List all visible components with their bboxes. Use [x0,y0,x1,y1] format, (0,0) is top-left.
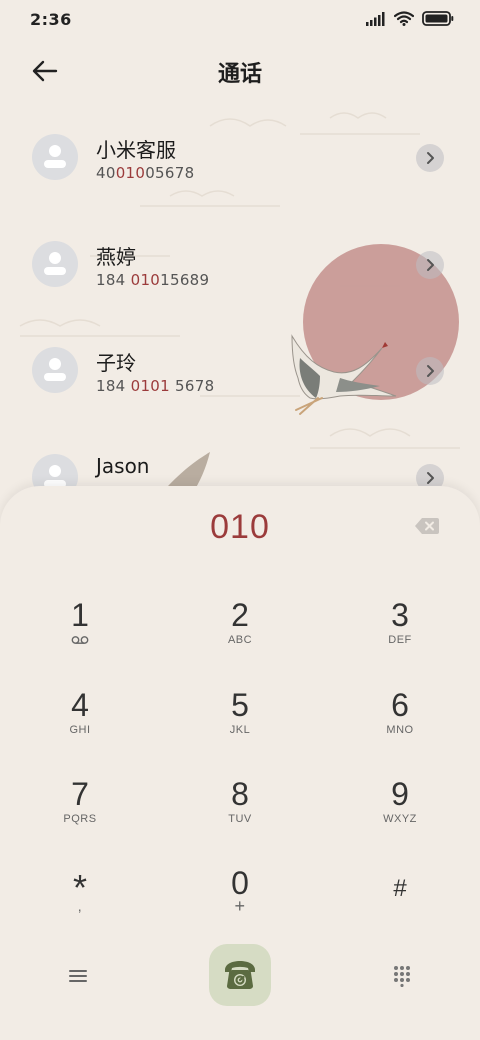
key-digit: 7 [71,776,89,812]
key-digit: # [393,875,407,902]
voicemail-icon [71,636,89,644]
contact-number: 184 01015689 [96,271,210,289]
key-digit: 4 [71,687,89,723]
key-digit: 5 [231,687,249,723]
key-letters: + [234,896,246,916]
key-0[interactable]: 0 + [180,866,300,946]
chevron-right-icon [427,472,434,484]
key-6[interactable]: 6 MNO [340,688,460,768]
key-digit: 3 [391,597,409,633]
contact-detail-button[interactable] [416,251,444,279]
key-star[interactable]: * , [20,866,140,946]
key-2[interactable]: 2 ABC [180,598,300,678]
menu-button[interactable] [62,960,94,992]
key-letters: WXYZ [383,813,417,825]
avatar [32,241,78,287]
key-letters: GHI [69,724,91,736]
contact-number: 4001005678 [96,164,195,182]
key-digit: 0 [231,865,249,901]
key-letters: MNO [386,724,414,736]
menu-icon [69,970,87,982]
page-title: 通话 [217,62,262,87]
key-letters: DEF [388,634,412,646]
avatar [32,347,78,393]
key-letters: , [77,898,83,914]
chevron-right-icon [427,259,434,271]
key-3[interactable]: 3 DEF [340,598,460,678]
wifi-icon [394,11,414,26]
contact-item[interactable]: 子玲 184 0101 5678 [0,317,480,417]
key-letters: PQRS [63,813,97,825]
contact-detail-button[interactable] [416,357,444,385]
key-8[interactable]: 8 TUV [180,777,300,857]
status-time: 2:36 [30,10,72,29]
signal-icon [366,11,385,26]
contact-name: Jason [96,454,150,478]
key-digit: 9 [391,776,409,812]
key-letters: ABC [227,634,253,646]
key-digit: 2 [231,597,249,633]
contact-name: 小米客服 [96,138,176,162]
chevron-right-icon [427,365,434,377]
person-icon [44,358,66,381]
key-7[interactable]: 7 PQRS [20,777,140,857]
chevron-right-icon [427,152,434,164]
key-5[interactable]: 5 JKL [180,688,300,768]
key-letters: JKL [229,724,251,736]
contact-item[interactable]: 小米客服 4001005678 [0,104,480,204]
contact-name: 燕婷 [96,245,136,269]
key-digit: 8 [231,776,249,812]
dialed-number: 010 [210,508,270,546]
avatar [32,134,78,180]
key-digit: 1 [71,597,89,633]
key-4[interactable]: 4 GHI [20,688,140,768]
key-9[interactable]: 9 WXYZ [340,777,460,857]
header: 通话 [0,44,480,96]
contact-number: 184 0101 5678 [96,377,215,395]
status-icons [366,11,454,26]
contact-detail-button[interactable] [416,144,444,172]
dialpad-icon [394,966,410,987]
contact-item[interactable]: 燕婷 184 01015689 [0,211,480,311]
battery-icon [422,11,454,26]
contact-name: 子玲 [96,351,136,375]
key-hash[interactable]: # [340,866,460,946]
phone-icon [225,961,255,989]
key-1[interactable]: 1 [20,598,140,678]
person-icon [44,145,66,168]
backspace-button[interactable] [414,516,440,536]
person-icon [44,252,66,275]
call-button[interactable] [209,944,271,1006]
dialpad-toggle-button[interactable] [386,960,418,992]
bottom-action-bar [0,940,480,1010]
dialpad-sheet: 010 1 2 ABC 3 DEF 4 GHI 5 JKL 6 MNO 7 PQ… [0,486,480,1040]
status-bar: 2:36 [0,0,480,40]
key-letters: TUV [228,813,252,825]
backspace-icon [415,518,439,534]
key-digit: 6 [391,687,409,723]
